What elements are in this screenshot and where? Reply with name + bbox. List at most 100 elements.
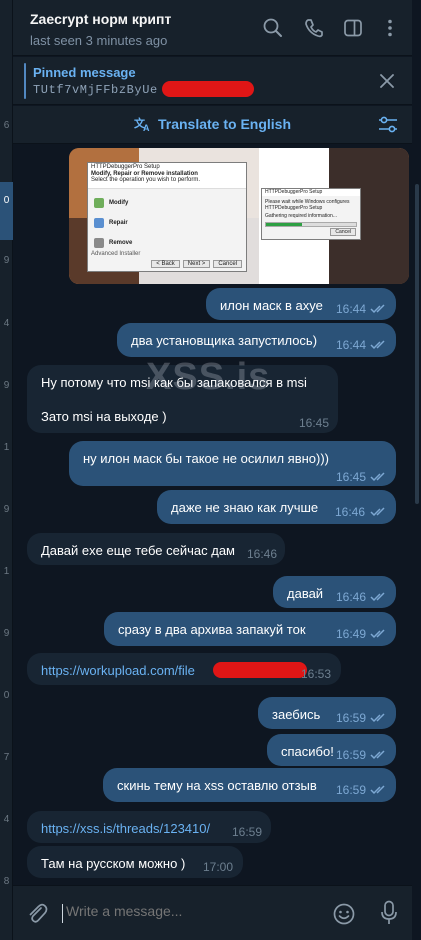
- message-bubble-incoming[interactable]: Там на русском можно ) 17:00: [27, 846, 243, 878]
- chat-list-badge: 4: [3, 814, 10, 825]
- message-bubble-incoming[interactable]: Давай exe еще тебе сейчас дам 16:46: [27, 533, 285, 565]
- chat-list-badge: 6: [3, 120, 10, 131]
- message-time: 16:59: [232, 825, 263, 839]
- translate-bar: 文 A Translate to English: [13, 106, 412, 144]
- dialog-text: Please wait while Windows configures HTT…: [265, 199, 350, 211]
- installer-subtitle: Select the operation you wish to perform…: [91, 177, 201, 183]
- remove-icon: [94, 238, 104, 248]
- message-bubble-outgoing[interactable]: скинь тему на xss оставлю отзыв 16:59: [103, 768, 396, 802]
- option-modify: Modify: [109, 200, 129, 206]
- option-remove: Remove: [109, 240, 133, 246]
- dialog-title: HTTPDebuggerPro Setup: [262, 189, 360, 196]
- message-text: давай: [287, 586, 324, 601]
- scrollbar-thumb[interactable]: [415, 184, 419, 504]
- message-list[interactable]: HTTPDebuggerPro Setup Modify, Repair or …: [13, 144, 412, 885]
- message-bubble-outgoing[interactable]: два установщика запустилось) 16:44: [117, 323, 396, 357]
- translate-icon: 文 A: [134, 116, 150, 132]
- read-checkmarks-icon: [370, 713, 385, 723]
- read-checkmarks-icon: [370, 304, 385, 314]
- sidebar-toggle-icon[interactable]: [342, 17, 364, 39]
- dialog-subtext: Gathering required information...: [265, 213, 337, 219]
- settings-sliders-icon[interactable]: [378, 116, 398, 134]
- message-time: 16:59: [336, 783, 367, 797]
- message-time: 16:59: [336, 748, 367, 762]
- message-time: 16:44: [336, 338, 367, 352]
- message-bubble-outgoing[interactable]: давай 16:46: [273, 576, 396, 608]
- message-bubble-outgoing[interactable]: спасибо! 16:59: [267, 734, 396, 766]
- chat-list-badge: 9: [3, 255, 10, 266]
- paperclip-icon[interactable]: [26, 902, 48, 926]
- message-link[interactable]: https://xss.is/threads/123410/: [41, 820, 210, 838]
- message-text: ну илон маск бы такое не осилил явно))): [83, 451, 330, 466]
- message-text: сразу в два архива запакуй ток: [118, 622, 306, 637]
- redaction-mark: [213, 662, 307, 678]
- svg-text:A: A: [143, 123, 150, 132]
- close-icon[interactable]: [379, 73, 395, 89]
- message-link[interactable]: https://workupload.com/file: [41, 662, 195, 680]
- modify-icon: [94, 198, 104, 208]
- screenshot-photo[interactable]: HTTPDebuggerPro Setup Modify, Repair or …: [69, 148, 409, 284]
- text-caret: [62, 904, 63, 923]
- chat-list-badge: 7: [3, 752, 10, 763]
- read-checkmarks-icon: [370, 750, 385, 760]
- read-checkmarks-icon: [370, 472, 385, 482]
- pinned-accent-bar: [24, 63, 26, 99]
- microphone-icon[interactable]: [380, 900, 398, 926]
- dialog-progress-fill: [266, 223, 302, 226]
- read-checkmarks-icon: [370, 340, 385, 350]
- translate-button[interactable]: Translate to English: [158, 116, 291, 132]
- repair-icon: [94, 218, 104, 228]
- chat-list-badge: 8: [3, 876, 10, 887]
- read-checkmarks-icon: [370, 629, 385, 639]
- chat-list-badge: 9: [3, 380, 10, 391]
- scrollbar[interactable]: [412, 144, 421, 885]
- message-text: илон маск в ахуе: [220, 298, 323, 313]
- message-time: 16:53: [301, 667, 332, 681]
- installer-cancel-button: Cancel: [213, 260, 242, 268]
- option-repair: Repair: [109, 220, 128, 226]
- chat-list-badge: 4: [3, 318, 10, 329]
- message-bubble-outgoing[interactable]: сразу в два архива запакуй ток 16:49: [104, 612, 396, 646]
- read-checkmarks-icon: [370, 507, 385, 517]
- chat-list-badge: 9: [3, 504, 10, 515]
- message-text: два установщика запустилось): [131, 333, 318, 348]
- message-bubble-outgoing[interactable]: ну илон маск бы такое не осилил явно))) …: [69, 441, 396, 486]
- chat-list-badge: 9: [3, 628, 10, 639]
- emoji-icon[interactable]: [332, 902, 356, 926]
- message-time: 16:49: [336, 627, 367, 641]
- chat-list-badge: 1: [3, 442, 10, 453]
- message-time: 16:45: [299, 416, 330, 430]
- message-text: Там на русском можно ): [41, 856, 186, 871]
- pinned-message-bar[interactable]: Pinned message TUtf7vMjFFbzByUe ooKePC17…: [13, 57, 412, 105]
- message-bubble-outgoing[interactable]: даже не знаю как лучше 16:46: [157, 490, 396, 524]
- chat-list-badge: 0: [3, 690, 10, 701]
- message-text: спасибо!: [281, 744, 334, 759]
- message-text: Зато msi на выходе ): [41, 409, 167, 424]
- message-bubble-outgoing[interactable]: заебись 16:59: [258, 697, 396, 729]
- message-bubble-outgoing[interactable]: илон маск в ахуе 16:44: [206, 288, 396, 320]
- pinned-title: Pinned message: [33, 65, 136, 80]
- selected-chat-indicator[interactable]: [0, 182, 13, 240]
- installer-title: HTTPDebuggerPro Setup: [88, 163, 246, 171]
- chat-list-strip[interactable]: 6 0 9 4 9 1 9 1 9 0 7 4 8: [0, 0, 13, 940]
- watermark: XSS.is: [146, 356, 271, 398]
- message-text: Давай exe еще тебе сейчас дам: [41, 543, 235, 558]
- message-bubble-incoming[interactable]: https://xss.is/threads/123410/ 16:59: [27, 811, 271, 843]
- read-checkmarks-icon: [370, 592, 385, 602]
- redaction-mark: [162, 81, 254, 97]
- more-options-icon[interactable]: [379, 17, 401, 39]
- chat-list-badge: 1: [3, 566, 10, 577]
- message-text: скинь тему на xss оставлю отзыв: [117, 778, 317, 793]
- read-checkmarks-icon: [370, 785, 385, 795]
- chat-title[interactable]: Zaecrypt норм крипт: [30, 11, 171, 27]
- message-time: 16:46: [336, 590, 367, 604]
- message-bubble-incoming[interactable]: https://workupload.com/file 16:53: [27, 653, 341, 685]
- chat-header: Zaecrypt норм крипт last seen 3 minutes …: [13, 0, 412, 56]
- composer: [13, 885, 412, 940]
- message-time: 16:59: [336, 711, 367, 725]
- chat-status: last seen 3 minutes ago: [30, 33, 168, 48]
- message-input[interactable]: [66, 903, 316, 919]
- phone-icon[interactable]: [303, 17, 325, 39]
- message-time: 16:45: [336, 470, 367, 484]
- search-icon[interactable]: [262, 17, 284, 39]
